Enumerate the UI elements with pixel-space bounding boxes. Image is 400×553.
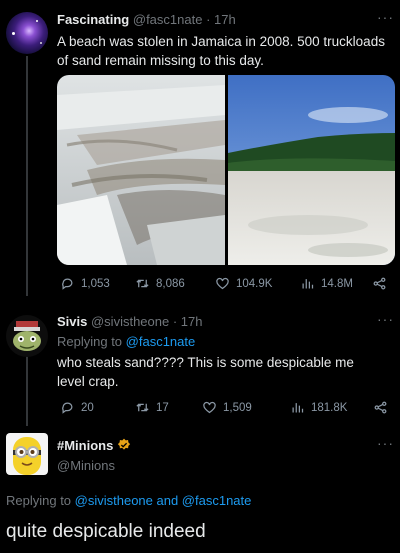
avatar-minions[interactable]: [6, 433, 48, 475]
like-icon: [216, 277, 229, 290]
thread-line: [26, 356, 28, 426]
share-icon[interactable]: [373, 400, 388, 415]
tweet2-text: who steals sand???? This is some despica…: [57, 355, 354, 389]
display-name[interactable]: Sivis: [57, 314, 87, 329]
reply-icon: [62, 402, 73, 414]
retweet-count: 8,086: [156, 277, 185, 290]
avatar-sivis[interactable]: [6, 315, 48, 357]
timestamp[interactable]: · 17h: [173, 314, 203, 329]
replying-prefix: Replying to: [6, 493, 75, 508]
views-icon: [292, 403, 304, 413]
handle[interactable]: @fasc1nate: [133, 12, 203, 27]
tweet1-actions: 1,053 8,086 104.9K 14.8M: [60, 276, 390, 291]
tweet2-header: Sivis @sivistheone · 17h: [57, 314, 203, 329]
tweet1-header: Fascinating @fasc1nate · 17h: [57, 12, 236, 27]
replying-to: Replying to @fasc1nate: [57, 334, 195, 349]
verified-badge-icon: [117, 438, 131, 450]
tweet1-text: A beach was stolen in Jamaica in 2008. 5…: [57, 34, 385, 68]
reply-icon: [62, 278, 73, 290]
tweet2-actions: 20 17 1,509 181.8K: [60, 400, 390, 415]
retweet-count: 17: [156, 401, 169, 414]
like-count: 1,509: [223, 401, 252, 414]
replying-to-link[interactable]: @fasc1nate: [126, 334, 196, 349]
views-button[interactable]: 181.8K: [290, 400, 373, 415]
more-icon[interactable]: ···: [377, 311, 394, 327]
retweet-icon: [136, 403, 149, 412]
replying-to-link[interactable]: @sivistheone and @fasc1nate: [75, 493, 252, 508]
retweet-icon: [136, 279, 149, 288]
tweet3-text: quite despicable indeed: [6, 521, 206, 542]
retweet-button[interactable]: 17: [135, 400, 202, 415]
share-icon[interactable]: [372, 276, 387, 291]
views-icon: [302, 279, 314, 289]
like-button[interactable]: 1,509: [202, 400, 290, 415]
views-count: 181.8K: [311, 401, 348, 414]
tweet1-media[interactable]: [57, 75, 395, 265]
sand-quarry-photo[interactable]: [57, 75, 225, 265]
like-button[interactable]: 104.9K: [215, 276, 300, 291]
reply-button[interactable]: 20: [60, 400, 135, 415]
avatar-fascinating[interactable]: [6, 12, 48, 54]
reply-button[interactable]: 1,053: [60, 276, 135, 291]
tweet3-header: #Minions: [57, 438, 131, 453]
replying-prefix: Replying to: [57, 334, 126, 349]
reply-count: 1,053: [81, 277, 110, 290]
like-icon: [203, 401, 216, 414]
more-icon[interactable]: ···: [377, 435, 394, 451]
timestamp[interactable]: · 17h: [206, 12, 236, 27]
retweet-button[interactable]: 8,086: [135, 276, 215, 291]
thread-line: [26, 56, 28, 296]
empty-beach-photo[interactable]: [228, 75, 395, 265]
views-button[interactable]: 14.8M: [300, 276, 372, 291]
handle[interactable]: @Minions: [57, 458, 115, 473]
like-count: 104.9K: [236, 277, 273, 290]
views-count: 14.8M: [321, 277, 353, 290]
display-name[interactable]: Fascinating: [57, 12, 129, 27]
more-icon[interactable]: ···: [377, 9, 394, 25]
handle[interactable]: @sivistheone: [91, 314, 169, 329]
display-name[interactable]: #Minions: [57, 438, 113, 453]
replying-to: Replying to @sivistheone and @fasc1nate: [6, 493, 251, 508]
reply-count: 20: [81, 401, 94, 414]
